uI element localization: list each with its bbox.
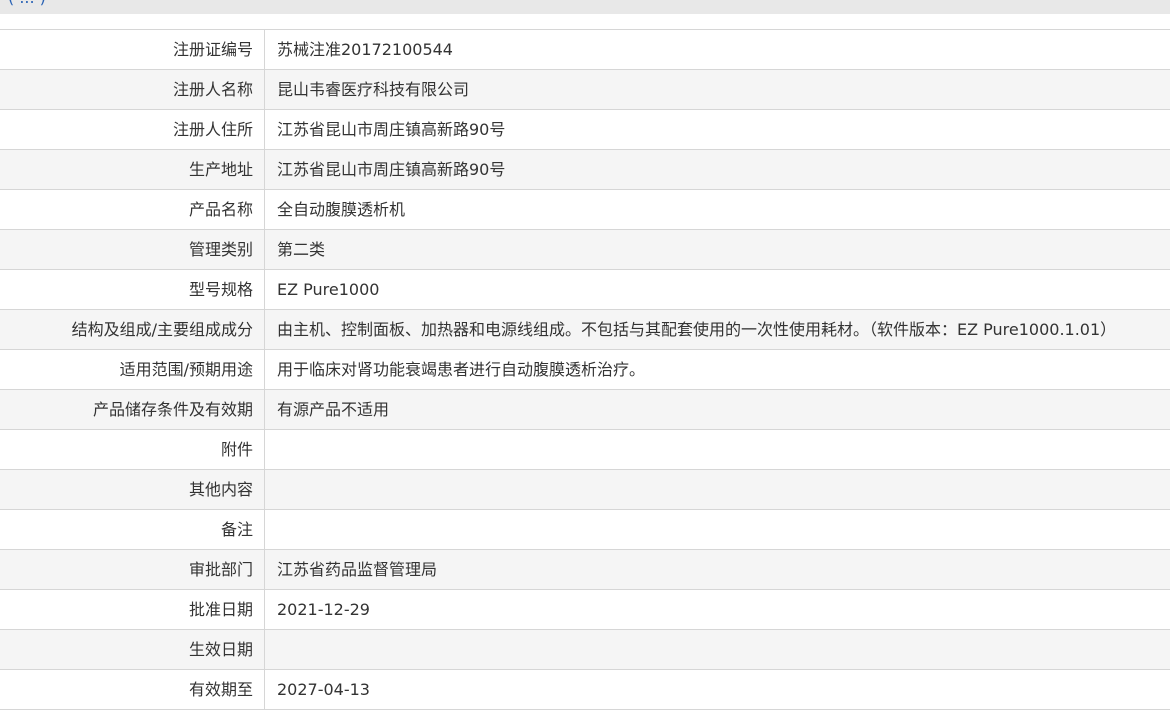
table-row: 产品名称 全自动腹膜透析机 (0, 190, 1170, 230)
table-row: 产品储存条件及有效期 有源产品不适用 (0, 390, 1170, 430)
field-label-intended-use: 适用范围/预期用途 (0, 350, 265, 390)
field-label-other-content: 其他内容 (0, 470, 265, 510)
field-value-intended-use: 用于临床对肾功能衰竭患者进行自动腹膜透析治疗。 (265, 350, 1170, 390)
field-label-approval-department: 审批部门 (0, 550, 265, 590)
field-label-remarks: 备注 (0, 510, 265, 550)
table-row: 批准日期 2021-12-29 (0, 590, 1170, 630)
field-value-storage-conditions: 有源产品不适用 (265, 390, 1170, 430)
field-value-valid-until: 2027-04-13 (265, 670, 1170, 710)
field-value-effective-date (265, 630, 1170, 670)
table-row: 生产地址 江苏省昆山市周庄镇高新路90号 (0, 150, 1170, 190)
field-label-product-name: 产品名称 (0, 190, 265, 230)
top-header-strip: ( ... ) (0, 0, 1170, 14)
field-value-structure-composition: 由主机、控制面板、加热器和电源线组成。不包括与其配套使用的一次性使用耗材。（软件… (265, 310, 1170, 350)
field-label-storage-conditions: 产品储存条件及有效期 (0, 390, 265, 430)
table-row: 注册人名称 昆山韦睿医疗科技有限公司 (0, 70, 1170, 110)
field-value-approval-department: 江苏省药品监督管理局 (265, 550, 1170, 590)
field-value-management-class: 第二类 (265, 230, 1170, 270)
field-label-production-address: 生产地址 (0, 150, 265, 190)
field-label-registration-number: 注册证编号 (0, 30, 265, 70)
table-row: 注册证编号 苏械注准20172100544 (0, 30, 1170, 70)
table-row: 型号规格 EZ Pure1000 (0, 270, 1170, 310)
field-label-model-spec: 型号规格 (0, 270, 265, 310)
table-row: 适用范围/预期用途 用于临床对肾功能衰竭患者进行自动腹膜透析治疗。 (0, 350, 1170, 390)
field-value-remarks (265, 510, 1170, 550)
field-label-registrant-name: 注册人名称 (0, 70, 265, 110)
field-label-valid-until: 有效期至 (0, 670, 265, 710)
field-label-management-class: 管理类别 (0, 230, 265, 270)
table-row: 生效日期 (0, 630, 1170, 670)
field-value-model-spec: EZ Pure1000 (265, 270, 1170, 310)
field-label-registrant-address: 注册人住所 (0, 110, 265, 150)
field-value-registrant-name: 昆山韦睿医疗科技有限公司 (265, 70, 1170, 110)
field-value-approval-date: 2021-12-29 (265, 590, 1170, 630)
header-partial-text: ( ... ) (8, 0, 46, 8)
field-label-attachments: 附件 (0, 430, 265, 470)
table-row: 管理类别 第二类 (0, 230, 1170, 270)
table-row: 有效期至 2027-04-13 (0, 670, 1170, 710)
table-row: 注册人住所 江苏省昆山市周庄镇高新路90号 (0, 110, 1170, 150)
field-value-production-address: 江苏省昆山市周庄镇高新路90号 (265, 150, 1170, 190)
field-value-other-content (265, 470, 1170, 510)
table-row: 其他内容 (0, 470, 1170, 510)
field-value-registrant-address: 江苏省昆山市周庄镇高新路90号 (265, 110, 1170, 150)
field-value-product-name: 全自动腹膜透析机 (265, 190, 1170, 230)
table-row: 审批部门 江苏省药品监督管理局 (0, 550, 1170, 590)
field-value-attachments (265, 430, 1170, 470)
field-value-registration-number: 苏械注准20172100544 (265, 30, 1170, 70)
table-row: 结构及组成/主要组成成分 由主机、控制面板、加热器和电源线组成。不包括与其配套使… (0, 310, 1170, 350)
table-row: 附件 (0, 430, 1170, 470)
field-label-structure-composition: 结构及组成/主要组成成分 (0, 310, 265, 350)
table-row: 备注 (0, 510, 1170, 550)
field-label-approval-date: 批准日期 (0, 590, 265, 630)
registration-detail-table: 注册证编号 苏械注准20172100544 注册人名称 昆山韦睿医疗科技有限公司… (0, 29, 1170, 710)
field-label-effective-date: 生效日期 (0, 630, 265, 670)
